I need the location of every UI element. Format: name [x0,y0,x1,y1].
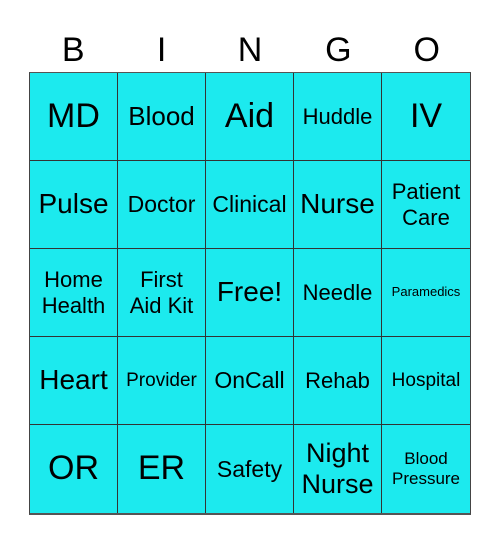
cell-label: Doctor [127,191,196,218]
bingo-cell[interactable]: Pulse [30,161,118,249]
cell-label: Provider [126,369,197,391]
bingo-cell[interactable]: Huddle [294,73,382,161]
bingo-cell[interactable]: Rehab [294,337,382,425]
free-space-cell[interactable]: Free! [206,249,294,337]
bingo-cell[interactable]: Hospital [382,337,470,425]
bingo-cell[interactable]: Home Health [30,249,118,337]
cell-label: Hospital [391,369,461,391]
header-letter-n: N [237,31,263,69]
bingo-cell[interactable]: Heart [30,337,118,425]
cell-label: Safety [216,455,283,482]
cell-label: Blood [128,100,195,131]
bingo-cell[interactable]: Blood [118,73,206,161]
bingo-cell[interactable]: Needle [294,249,382,337]
bingo-cell[interactable]: Paramedics [382,249,470,337]
cell-label: IV [409,96,443,135]
header-letter-b: B [61,31,85,69]
cell-label: Heart [39,364,108,396]
bingo-cell[interactable]: Doctor [118,161,206,249]
bingo-cell[interactable]: Safety [206,425,294,513]
bingo-cell[interactable]: First Aid Kit [118,249,206,337]
bingo-cell[interactable]: OR [30,425,118,513]
bingo-cell[interactable]: Patient Care [382,161,470,249]
bingo-cell[interactable]: Nurse [294,161,382,249]
bingo-cell[interactable]: Blood Pressure [382,425,470,513]
cell-label: Nurse [300,188,375,220]
header-letter-g: G [325,31,352,69]
bingo-cell[interactable]: IV [382,73,470,161]
cell-label: Aid [224,96,275,135]
cell-label: Clinical [212,191,287,218]
cell-label: Night Nurse [301,437,374,499]
bingo-header: B I N G O [29,28,471,72]
cell-label: Home Health [41,267,106,318]
cell-label: OR [48,449,99,488]
cell-label: ER [137,449,186,488]
cell-label: First Aid Kit [129,267,194,318]
cell-label: Pulse [38,188,109,220]
cell-label: OnCall [214,367,285,394]
header-letter-o: O [413,31,440,69]
bingo-cell[interactable]: Clinical [206,161,294,249]
header-letter-i: I [156,31,167,69]
cell-label: Blood Pressure [391,449,461,488]
bingo-cell[interactable]: ER [118,425,206,513]
cell-label: Patient Care [391,179,461,230]
cell-label: MD [47,96,100,135]
cell-label: Free! [216,276,283,308]
bingo-cell[interactable]: Night Nurse [294,425,382,513]
bingo-cell[interactable]: Aid [206,73,294,161]
cell-label: Huddle [302,103,373,129]
cell-label: Needle [302,279,373,305]
cell-label: Rehab [305,367,370,393]
bingo-cell[interactable]: Provider [118,337,206,425]
bingo-board: MD Blood Aid Huddle IV Pulse Doctor Clin… [29,72,471,515]
cell-label: Paramedics [391,284,461,300]
bingo-cell[interactable]: OnCall [206,337,294,425]
bingo-cell[interactable]: MD [30,73,118,161]
